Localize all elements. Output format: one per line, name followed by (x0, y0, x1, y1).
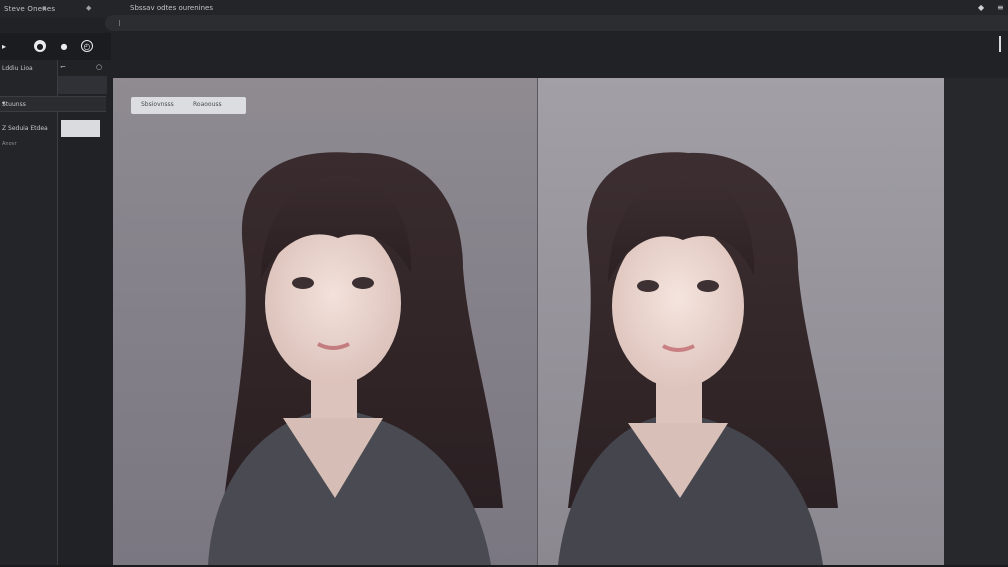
note-label: Anovr (2, 141, 17, 147)
panel-toggle-icon[interactable]: ○ (96, 63, 102, 71)
option-label: Z Seduia Etdea (2, 125, 48, 132)
portrait-image-left (208, 152, 503, 565)
app-title: Steve Onenes (4, 4, 56, 13)
workspace-header (111, 33, 1008, 78)
dial-tool-icon[interactable]: ◴ (81, 40, 93, 52)
panel-field[interactable] (58, 76, 107, 94)
mode-select[interactable]: Stuunss ▾ (0, 96, 106, 112)
result-image-canvas[interactable] (538, 78, 944, 565)
left-sidebar (0, 60, 58, 567)
overlay-label-a: Sbsiovnsss (141, 101, 174, 108)
canvas-overlay-label[interactable]: Sbsiovnsss Roaoouss (131, 97, 246, 114)
portrait-image-right (558, 152, 838, 565)
pen-tool-icon[interactable]: ● (58, 40, 70, 52)
menu-icon[interactable]: ▪ (42, 4, 47, 12)
right-panel (944, 78, 1008, 567)
overlay-label-b: Roaoouss (193, 101, 222, 108)
option-input[interactable] (61, 120, 100, 137)
chevron-down-icon: ▾ (2, 100, 6, 107)
lock-icon[interactable]: ◆ (86, 4, 91, 12)
hamburger-icon[interactable]: ≡ (997, 3, 1004, 12)
original-image-canvas[interactable] (113, 78, 537, 565)
document-title: Sbssav odtes ourenines (130, 4, 214, 12)
tool-strip: ▸ ● ● ◴ (0, 33, 111, 60)
location-icon[interactable]: ◆ (978, 3, 984, 12)
scrollbar-handle[interactable] (999, 36, 1001, 52)
section-label: Lddiu Lioa (2, 65, 33, 72)
brush-tool-icon[interactable]: ▸ (0, 40, 10, 52)
search-input[interactable] (105, 15, 1008, 31)
panel-marker-icon: ⌐ (60, 63, 66, 71)
search-cursor (119, 20, 120, 26)
circle-tool-icon[interactable]: ● (34, 40, 46, 52)
